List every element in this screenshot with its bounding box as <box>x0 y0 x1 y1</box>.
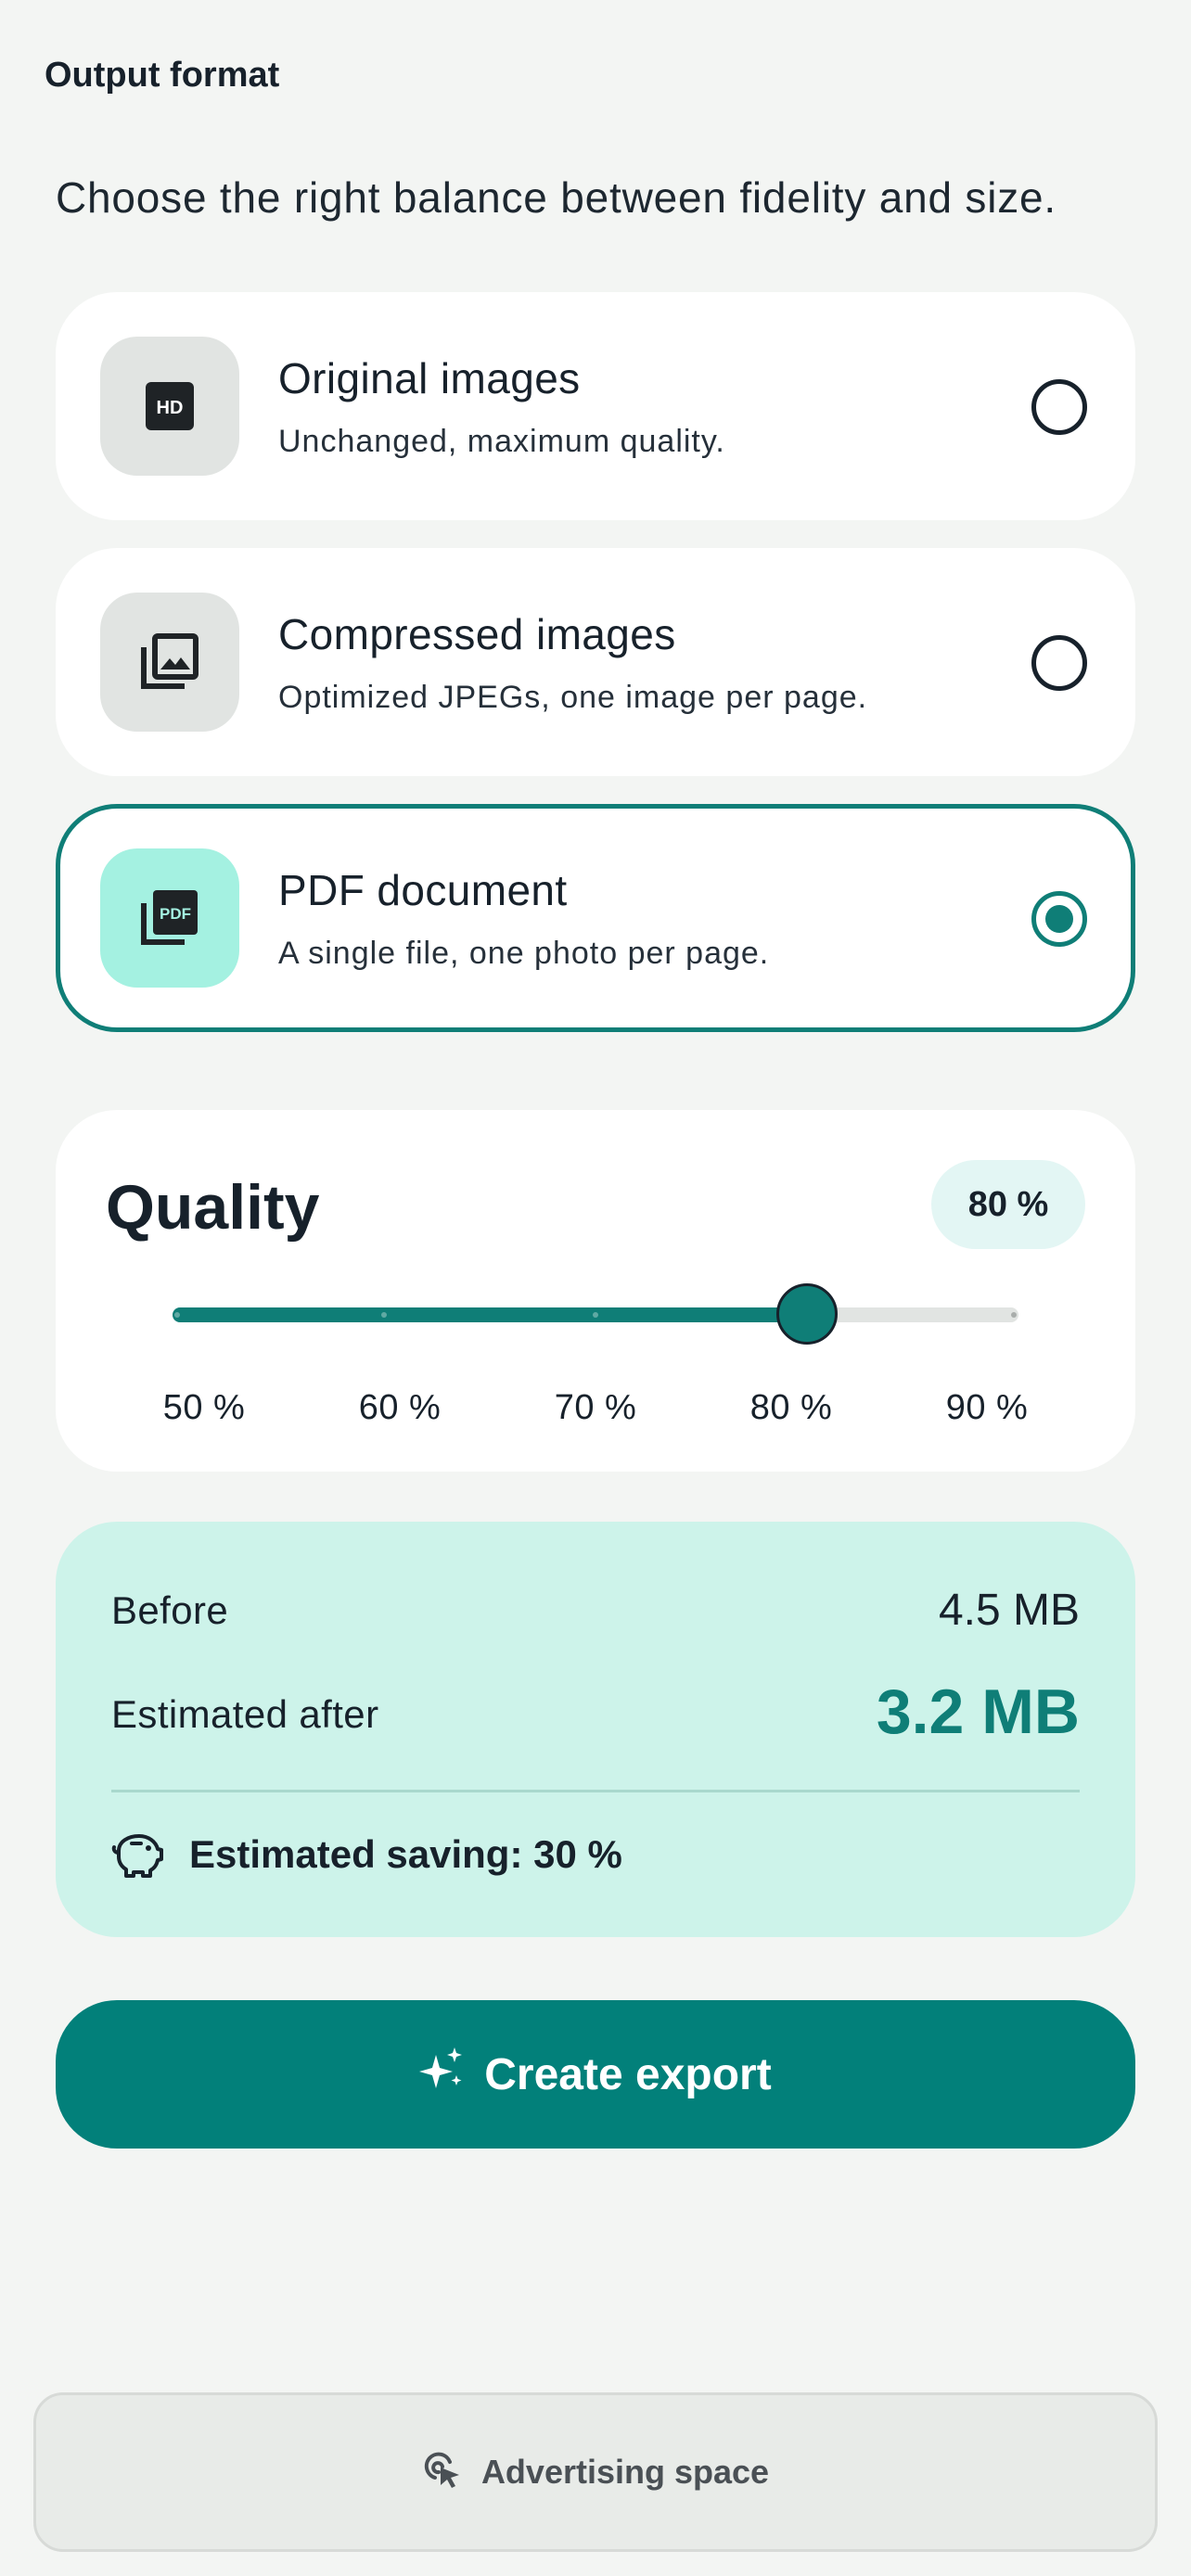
quality-tick-label: 60 % <box>358 1388 442 1427</box>
option-title: Compressed images <box>278 610 676 658</box>
create-export-button[interactable]: Create export <box>56 2000 1135 2149</box>
before-label: Before <box>111 1588 229 1632</box>
estimated-after-label: Estimated after <box>111 1692 379 1736</box>
option-title: PDF document <box>278 866 568 914</box>
option-radio[interactable] <box>1031 635 1087 691</box>
advertising-label: Advertising space <box>480 2453 770 2491</box>
sparkle-icon <box>419 2046 466 2103</box>
size-summary-card: Before 4.5 MB Estimated after 3.2 MB Est… <box>56 1522 1135 1937</box>
estimated-saving-text: Estimated saving: 30 % <box>189 1832 622 1876</box>
option-description: Unchanged, maximum quality. <box>278 424 725 459</box>
create-export-label: Create export <box>484 2049 772 2099</box>
option-description: A single file, one photo per page. <box>278 936 770 971</box>
option-title: Original images <box>278 354 581 402</box>
quality-tick-label: 80 % <box>749 1388 833 1427</box>
quality-card: Quality 80 % 50 % 60 % 70 % 80 % 90 % <box>56 1110 1135 1472</box>
page-title: Output format <box>45 56 280 95</box>
divider <box>111 1790 1080 1792</box>
estimated-after-value: 3.2 MB <box>876 1677 1080 1747</box>
option-description: Optimized JPEGs, one image per page. <box>278 680 868 715</box>
slider-step-dot <box>381 1312 387 1318</box>
hd-icon: HD <box>100 337 239 476</box>
advertising-space[interactable]: Advertising space <box>33 2392 1158 2552</box>
quality-title: Quality <box>106 1172 320 1243</box>
quality-slider-fill <box>173 1307 807 1322</box>
svg-text:HD: HD <box>157 398 184 418</box>
page-subtitle: Choose the right balance between fidelit… <box>56 173 1057 222</box>
piggy-bank-icon <box>111 1830 163 1879</box>
slider-step-dot <box>174 1312 180 1318</box>
option-radio-selected[interactable] <box>1031 891 1087 947</box>
slider-step-dot <box>1011 1312 1017 1318</box>
quality-slider-track[interactable] <box>173 1307 1018 1322</box>
option-compressed-images[interactable]: Compressed images Optimized JPEGs, one i… <box>56 548 1135 776</box>
slider-step-dot <box>593 1312 598 1318</box>
svg-text:PDF: PDF <box>160 905 191 923</box>
option-pdf-document[interactable]: PDF PDF document A single file, one phot… <box>56 804 1135 1032</box>
pdf-icon: PDF <box>100 848 239 988</box>
quality-tick-label: 70 % <box>554 1388 637 1427</box>
quality-value-badge: 80 % <box>931 1160 1085 1249</box>
option-radio[interactable] <box>1031 379 1087 435</box>
quality-tick-label: 50 % <box>162 1388 246 1427</box>
ad-choices-icon <box>422 2449 461 2496</box>
before-value: 4.5 MB <box>938 1586 1080 1635</box>
photo-library-icon <box>100 593 239 732</box>
option-original-images[interactable]: HD Original images Unchanged, maximum qu… <box>56 292 1135 520</box>
quality-slider-thumb[interactable] <box>776 1283 838 1345</box>
quality-tick-label: 90 % <box>945 1388 1029 1427</box>
